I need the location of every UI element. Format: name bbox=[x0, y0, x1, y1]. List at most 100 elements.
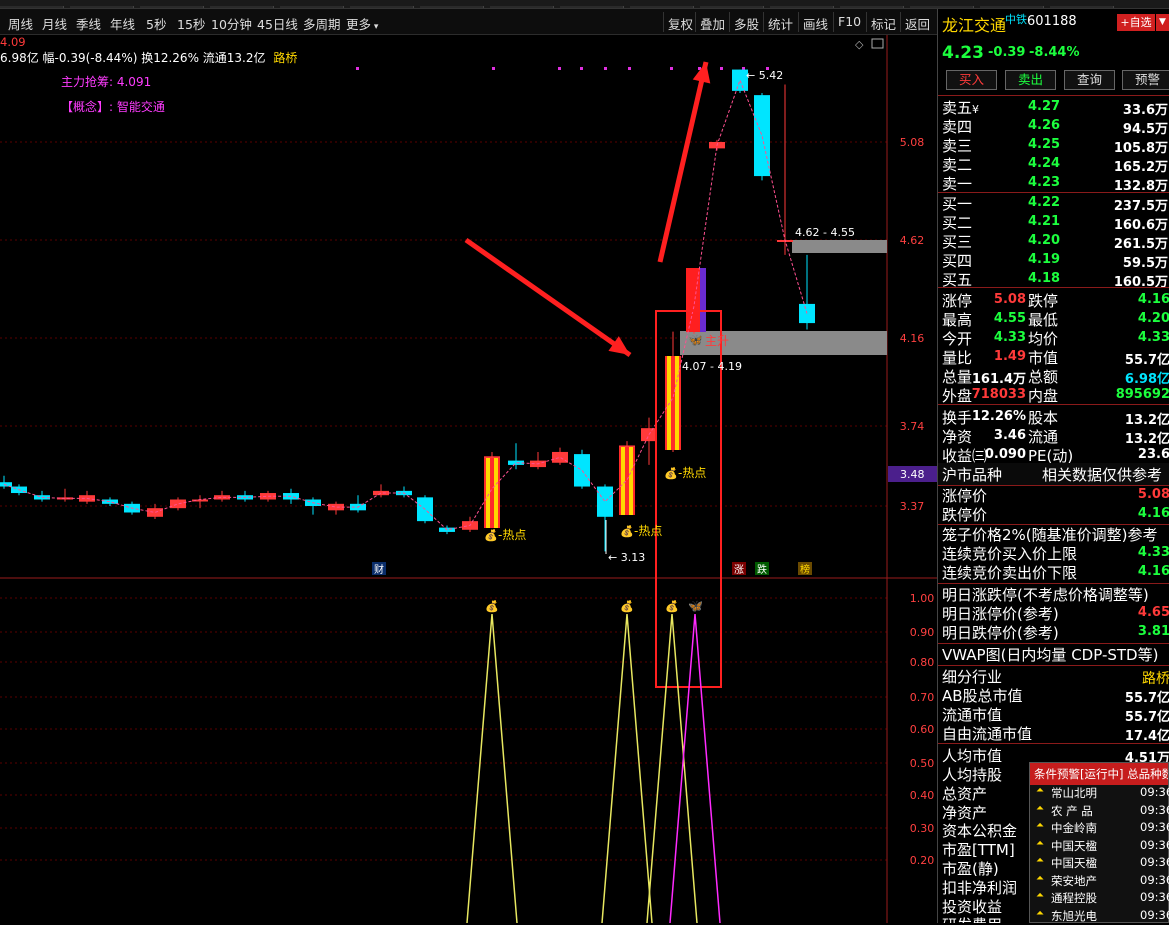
tool-3[interactable]: 统计 bbox=[768, 14, 793, 33]
candle-body bbox=[597, 487, 613, 517]
alert-row[interactable]: ⏶常山北明09:36 bbox=[1030, 785, 1168, 803]
period-8[interactable]: 多周期 bbox=[303, 14, 341, 33]
alert-row[interactable]: ⏶中金岭南09:36 bbox=[1030, 820, 1168, 838]
signal-dot bbox=[492, 67, 495, 70]
row-label: 连续竞价卖出价下限 bbox=[942, 562, 1077, 583]
stat-label: 总量 bbox=[942, 366, 972, 387]
tool-1[interactable]: 叠加 bbox=[700, 14, 725, 33]
alert-row[interactable]: ⏶通程控股09:36 bbox=[1030, 890, 1168, 908]
ask-price[interactable]: 4.23 bbox=[1028, 175, 1060, 190]
up-arrow-icon: ⏶ bbox=[1036, 855, 1044, 866]
y-tick-label: 3.74 bbox=[900, 420, 925, 433]
signal-dot bbox=[356, 67, 359, 70]
trade-button-0[interactable]: 买入 bbox=[946, 70, 997, 90]
trade-button-3[interactable]: 预警 bbox=[1122, 70, 1169, 90]
stat-row: 量比 1.49 市值 55.7亿 bbox=[938, 347, 1169, 366]
period-0[interactable]: 周线 bbox=[8, 14, 33, 33]
row-value: 3.81 bbox=[1138, 624, 1169, 639]
tool-5[interactable]: F10 bbox=[838, 14, 861, 29]
stat-label: 跌停 bbox=[1028, 290, 1058, 311]
kline-chart[interactable]: 5.084.624.163.743.371.000.900.800.700.60… bbox=[0, 35, 937, 923]
alert-time: 09:36 bbox=[1140, 890, 1169, 904]
tool-4[interactable]: 画线 bbox=[803, 14, 828, 33]
divider bbox=[900, 12, 901, 32]
chevron-down-icon[interactable]: ▼ bbox=[1156, 14, 1169, 31]
period-5[interactable]: 15秒 bbox=[177, 14, 205, 33]
badge-cai-text: 财 bbox=[374, 563, 384, 576]
period-6[interactable]: 10分钟 bbox=[211, 14, 252, 33]
period-9[interactable]: 更多 ▾ bbox=[346, 14, 378, 33]
add-watch-button[interactable]: +自选 bbox=[1117, 14, 1155, 31]
info-line2: 6.98亿 幅-0.39(-8.44%) 换12.26% 流通13.2亿 bbox=[0, 51, 266, 65]
resistance-zone bbox=[792, 240, 887, 253]
stat-value: 0.090 bbox=[985, 447, 1026, 462]
alert-row[interactable]: ⏶中国天楹09:36 bbox=[1030, 838, 1168, 856]
cap-row: 流通市值 55.7亿 bbox=[938, 704, 1169, 723]
y-tick-label: 5.08 bbox=[900, 136, 925, 149]
alert-row[interactable]: ⏶中国天楹09:36 bbox=[1030, 855, 1168, 873]
stat-label: 内盘 bbox=[1028, 385, 1058, 406]
stat-label: 总额 bbox=[1028, 366, 1058, 387]
ask-price[interactable]: 4.26 bbox=[1028, 118, 1060, 133]
bid-price[interactable]: 4.20 bbox=[1028, 233, 1060, 248]
bid-price[interactable]: 4.18 bbox=[1028, 271, 1060, 286]
y-tick-label: 4.62 bbox=[900, 234, 925, 247]
row-label: 自由流通市值 bbox=[942, 723, 1032, 744]
stat-label: 均价 bbox=[1028, 328, 1058, 349]
period-3[interactable]: 年线 bbox=[110, 14, 135, 33]
bid-price[interactable]: 4.19 bbox=[1028, 252, 1060, 267]
alert-row[interactable]: ⏶荣安地产09:36 bbox=[1030, 873, 1168, 891]
period-4[interactable]: 5秒 bbox=[146, 14, 166, 33]
low-label: ← 3.13 bbox=[608, 551, 645, 564]
trade-button-2[interactable]: 查询 bbox=[1064, 70, 1115, 90]
stat-row: 最高 4.55 最低 4.20 bbox=[938, 309, 1169, 328]
stat-label: 量比 bbox=[942, 347, 972, 368]
badge-bang-text: 榜 bbox=[800, 563, 810, 576]
up-arrow-icon: ⏶ bbox=[1036, 820, 1044, 831]
stat-label: 流通 bbox=[1028, 426, 1058, 447]
period-1[interactable]: 月线 bbox=[42, 14, 67, 33]
section-note: 相关数据仅供参考 bbox=[1042, 464, 1162, 485]
sub-tick-label: 0.80 bbox=[910, 656, 935, 669]
tool-2[interactable]: 多股 bbox=[734, 14, 759, 33]
badge-zhang-text: 涨 bbox=[734, 564, 744, 576]
stat-value: 4.55 bbox=[994, 311, 1026, 326]
row-label: 研发费用 bbox=[942, 914, 1002, 923]
zone-top-label: 4.62 - 4.55 bbox=[795, 226, 855, 239]
row-label: 跌停价 bbox=[942, 504, 987, 525]
stock-code: 601188 bbox=[1027, 14, 1077, 29]
stat-value: 895692 bbox=[1116, 387, 1169, 402]
concept-link[interactable]: 路桥 bbox=[273, 51, 297, 65]
divider bbox=[866, 12, 867, 32]
section-title: 沪市品种 bbox=[942, 464, 1002, 485]
alert-time: 09:36 bbox=[1140, 820, 1169, 834]
divider bbox=[798, 12, 799, 32]
condition-alert-box[interactable]: 条件预警[运行中] 总品种数 ⏶常山北明09:36⏶农 产 品09:36⏶中金岭… bbox=[1029, 762, 1169, 923]
cap-row: AB股总市值 55.7亿 bbox=[938, 685, 1169, 704]
alert-row[interactable]: ⏶东旭光电09:36 bbox=[1030, 908, 1168, 925]
ask-price[interactable]: 4.24 bbox=[1028, 156, 1060, 171]
trade-button-1[interactable]: 卖出 bbox=[1005, 70, 1056, 90]
candle-body bbox=[508, 461, 524, 465]
vwap-link[interactable]: VWAP图(日内均量 CDP-STD等) bbox=[938, 644, 1169, 664]
ask-price[interactable]: 4.27 bbox=[1028, 99, 1060, 114]
ask-row: 卖五¥ 4.27 33.6万 bbox=[938, 97, 1169, 116]
bid-price[interactable]: 4.22 bbox=[1028, 195, 1060, 210]
ask-price[interactable]: 4.25 bbox=[1028, 137, 1060, 152]
y-tick-label: 3.37 bbox=[900, 500, 925, 513]
period-7[interactable]: 45日线 bbox=[257, 14, 298, 33]
signal-peak-magenta bbox=[670, 614, 720, 923]
stat-label: 涨停 bbox=[942, 290, 972, 311]
period-2[interactable]: 季线 bbox=[76, 14, 101, 33]
tool-0[interactable]: 复权 bbox=[668, 14, 693, 33]
tool-7[interactable]: 返回 bbox=[905, 14, 930, 33]
signal-peak bbox=[602, 614, 652, 923]
alert-row[interactable]: ⏶农 产 品09:36 bbox=[1030, 803, 1168, 821]
bid-row: 买三 4.20 261.5万 bbox=[938, 231, 1169, 250]
stock-name[interactable]: 龙江交通 bbox=[942, 12, 1006, 36]
price-change: -0.39 bbox=[988, 45, 1025, 60]
stock-header: 龙江交通 中铁 601188 +自选 ▼ bbox=[938, 11, 1169, 35]
bid-price[interactable]: 4.21 bbox=[1028, 214, 1060, 229]
tool-6[interactable]: 标记 bbox=[871, 14, 896, 33]
hot-candle-stripe bbox=[675, 356, 679, 450]
